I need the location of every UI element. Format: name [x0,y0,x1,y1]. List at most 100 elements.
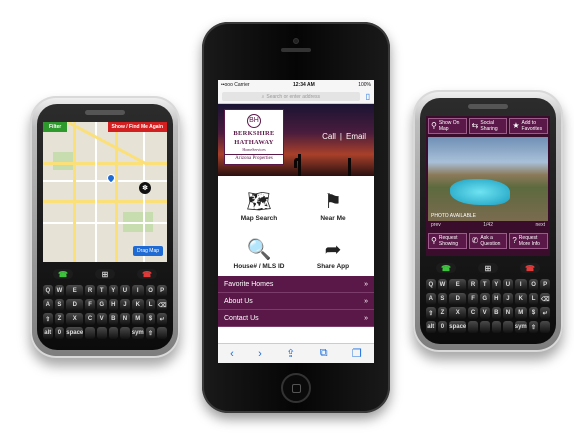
keyboard-key[interactable]: M [514,307,527,319]
keyboard-key[interactable]: alt [43,327,53,339]
keyboard-key[interactable]: L [528,293,539,305]
keyboard-key[interactable]: G [479,293,490,305]
keyboard-key[interactable]: Z [54,313,65,325]
share-icon[interactable]: ⇪ [286,347,295,360]
ask-question-button[interactable]: ✆ Ask a Question [468,233,508,249]
keyboard-key[interactable]: I [514,279,527,291]
keyboard-key[interactable]: H [108,299,119,311]
keyboard-key[interactable]: T [96,285,107,297]
menu-item-contact-us[interactable]: Contact Us» [218,310,374,327]
keyboard-key[interactable]: V [479,307,490,319]
email-link[interactable]: Email [346,132,366,141]
keyboard-key[interactable]: Q [426,279,436,291]
house-mls-search-button[interactable]: 🔍 House# / MLS ID [224,228,294,272]
keyboard-key[interactable]: Z [437,307,448,319]
keyboard-key[interactable]: J [503,293,513,305]
map-view[interactable]: Filter Show / Find Me Again ✽ Drag Map [43,122,167,262]
keyboard-key[interactable] [85,327,95,339]
keyboard-key[interactable] [468,321,478,333]
keyboard-key[interactable]: $ [528,307,539,319]
keyboard-key[interactable]: K [131,299,144,311]
back-icon[interactable]: ‹ [230,348,234,360]
keyboard-key[interactable] [503,321,513,333]
keyboard-key[interactable]: A [43,299,53,311]
end-call-key-icon[interactable]: ☎ [137,269,157,279]
keyboard-key[interactable]: A [426,293,436,305]
show-on-map-button[interactable]: ⚲ Show On Map [428,118,467,134]
keyboard-key[interactable]: E [66,285,84,297]
social-sharing-button[interactable]: ⇆ Social Sharing [468,118,508,134]
keyboard-key[interactable]: J [120,299,130,311]
keyboard-key[interactable]: ⌫ [540,293,550,305]
keyboard-key[interactable] [120,327,130,339]
keyboard-key[interactable]: ⇧ [426,307,436,319]
keyboard-key[interactable] [540,321,550,333]
keyboard-key[interactable]: H [491,293,502,305]
keyboard-key[interactable]: 0 [437,321,448,333]
keyboard-key[interactable]: ⇧ [145,327,156,339]
forward-icon[interactable]: › [258,348,262,360]
keyboard-key[interactable]: U [120,285,130,297]
keyboard-key[interactable]: R [468,279,478,291]
keyboard-key[interactable]: space [449,321,467,333]
keyboard-key[interactable]: W [54,285,65,297]
keyboard-key[interactable]: Y [491,279,502,291]
keyboard-key[interactable]: B [108,313,119,325]
search-input[interactable]: ⌕ Search or enter address [222,92,360,101]
keyboard-key[interactable]: W [437,279,448,291]
request-more-info-button[interactable]: ? Request More Info [509,233,549,249]
keyboard-key[interactable]: O [528,279,539,291]
keyboard-key[interactable]: C [468,307,478,319]
keyboard-key[interactable]: sym [131,327,144,339]
keyboard-key[interactable] [491,321,502,333]
map-search-button[interactable]: 🗺 Map Search [224,180,294,224]
keyboard-key[interactable]: 0 [54,327,65,339]
keyboard-key[interactable] [96,327,107,339]
near-me-button[interactable]: ⚑ Near Me [298,180,368,224]
keyboard-key[interactable]: F [85,299,95,311]
keyboard-key[interactable]: V [96,313,107,325]
keyboard-key[interactable]: Y [108,285,119,297]
listing-photo[interactable]: PHOTO AVAILABLE [428,137,548,221]
keyboard-key[interactable]: ↵ [540,307,550,319]
keyboard-key[interactable]: U [503,279,513,291]
keyboard-key[interactable]: R [85,285,95,297]
keyboard-key[interactable]: L [145,299,156,311]
keyboard-key[interactable]: N [120,313,130,325]
drag-map-button[interactable]: Drag Map [133,246,163,256]
keyboard-key[interactable]: B [491,307,502,319]
keyboard-key[interactable]: P [540,279,550,291]
add-to-favorites-button[interactable]: ★ Add to Favorites [509,118,549,134]
keyboard-key[interactable]: P [157,285,167,297]
home-button[interactable] [281,373,311,403]
keyboard-key[interactable]: $ [145,313,156,325]
keyboard-key[interactable]: I [131,285,144,297]
keyboard-key[interactable]: sym [514,321,527,333]
menu-key-icon[interactable]: ⊞ [95,269,115,279]
keyboard-key[interactable]: F [468,293,478,305]
keyboard-key[interactable] [479,321,490,333]
keyboard-key[interactable]: S [437,293,448,305]
bookmarks-icon[interactable]: ▯ [366,92,370,101]
filter-button[interactable]: Filter [43,122,68,132]
keyboard-key[interactable]: G [96,299,107,311]
keyboard-key[interactable]: ↵ [157,313,167,325]
menu-item-about-us[interactable]: About Us» [218,293,374,310]
keyboard-key[interactable]: N [503,307,513,319]
keyboard-key[interactable]: T [479,279,490,291]
keyboard-key[interactable]: ⇧ [43,313,53,325]
request-showing-button[interactable]: ⚲ Request Showing [428,233,467,249]
call-key-icon[interactable]: ☎ [53,269,73,279]
find-me-button[interactable]: Show / Find Me Again [107,122,167,132]
next-link[interactable]: next [536,222,545,230]
keyboard-key[interactable]: D [66,299,84,311]
call-key-icon[interactable]: ☎ [436,263,456,273]
keyboard-key[interactable]: alt [426,321,436,333]
bookmarks-icon[interactable]: ⧉ [320,347,328,360]
keyboard-key[interactable]: D [449,293,467,305]
keyboard-key[interactable]: S [54,299,65,311]
keyboard-key[interactable]: X [449,307,467,319]
keyboard-key[interactable]: ⌫ [157,299,167,311]
keyboard-key[interactable]: E [449,279,467,291]
keyboard-key[interactable] [108,327,119,339]
